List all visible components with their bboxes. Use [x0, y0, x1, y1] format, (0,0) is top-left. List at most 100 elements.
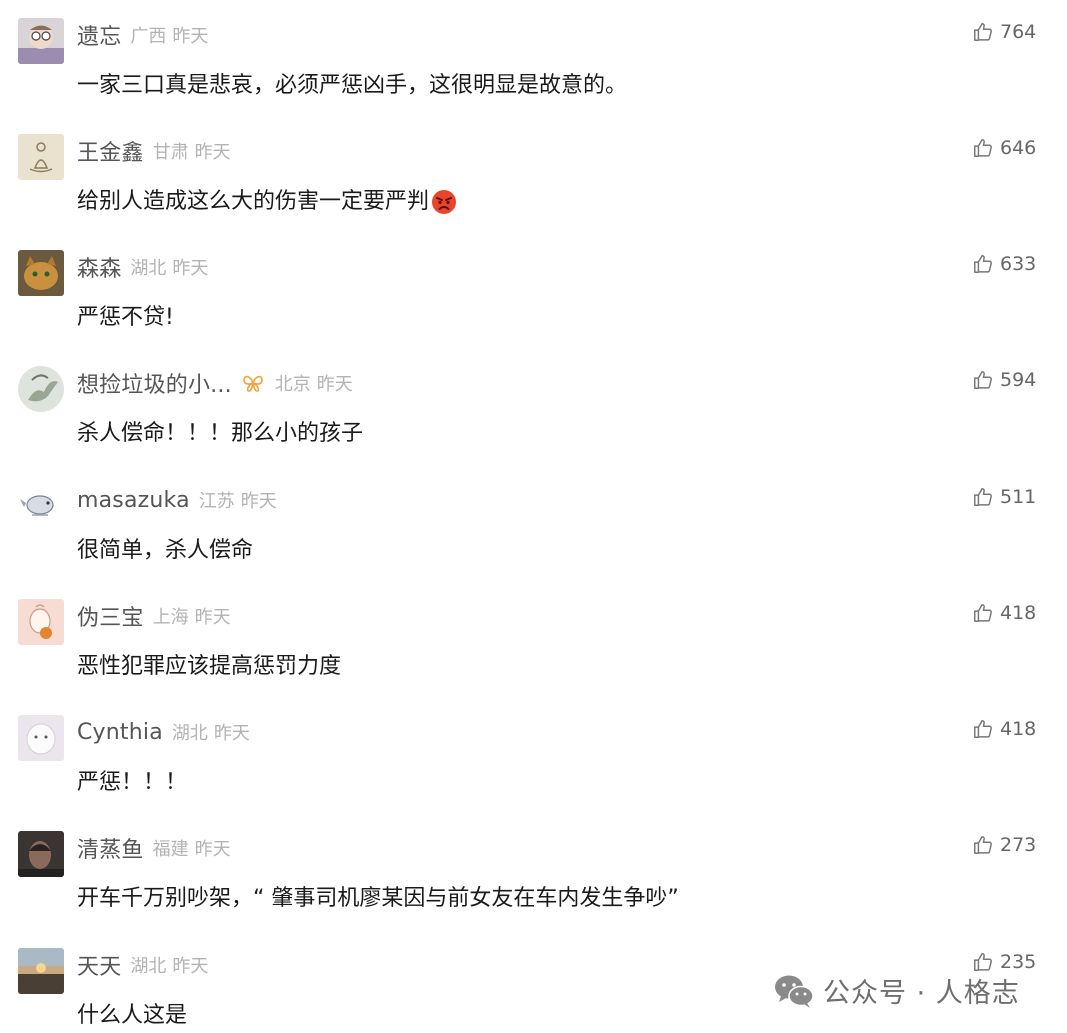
like-button[interactable]: 418	[972, 718, 1036, 740]
comment-text: 给别人造成这么大的伤害一定要严判	[77, 187, 457, 217]
comment-meta: 遗忘 广西 昨天	[77, 17, 208, 53]
avatar[interactable]	[18, 366, 64, 412]
timestamp: 昨天	[213, 723, 250, 744]
comment-text: 杀人偿命！！！那么小的孩子	[77, 419, 363, 449]
username[interactable]: 伪三宝	[77, 600, 144, 632]
thumbs-up-icon	[974, 604, 992, 622]
comment-text-body: 开车千万别吵架，“ 肇事司机廖某因与前女友在车内发生争吵”	[77, 886, 679, 911]
timestamp: 昨天	[316, 374, 353, 395]
location: 湖北	[171, 723, 208, 744]
thumbs-up-icon	[974, 371, 992, 389]
watermark: 公众号 · 人格志	[773, 971, 1020, 1010]
like-count: 418	[1000, 718, 1037, 740]
like-button[interactable]: 633	[972, 253, 1036, 275]
comment-text: 严惩！！！	[77, 768, 187, 798]
timestamp: 昨天	[194, 839, 231, 860]
like-count: 511	[1000, 486, 1037, 508]
comment-item: masazuka 江苏 昨天 很简单，杀人偿命 511	[0, 482, 1067, 598]
avatar[interactable]	[18, 831, 64, 877]
butterfly-badge-icon	[242, 375, 263, 392]
comment-item: 王金鑫 甘肃 昨天 给别人造成这么大的伤害一定要严判 646	[0, 133, 1067, 249]
like-count: 273	[1000, 834, 1037, 856]
comment-text: 恶性犯罪应该提高惩罚力度	[77, 652, 341, 682]
timestamp: 昨天	[194, 142, 231, 163]
comment-meta: 天天 湖北 昨天	[77, 947, 208, 983]
comment-meta: 王金鑫 甘肃 昨天	[77, 133, 231, 169]
avatar[interactable]	[18, 715, 64, 761]
comment-text-body: 恶性犯罪应该提高惩罚力度	[77, 654, 342, 679]
thumbs-up-icon	[974, 836, 992, 854]
username[interactable]: Cynthia	[77, 720, 163, 745]
comment-text-body: 严惩！！！	[77, 770, 188, 795]
comment-meta: 森森 湖北 昨天	[77, 249, 208, 285]
thumbs-up-icon	[974, 23, 992, 41]
comment-meta: 清蒸鱼 福建 昨天	[77, 830, 231, 866]
location: 甘肃	[152, 142, 189, 163]
location: 北京	[274, 374, 311, 395]
comment-text-body: 什么人这是	[77, 1003, 188, 1028]
comment-text: 很简单，杀人偿命	[77, 536, 253, 566]
comment-text: 一家三口真是悲哀，必须严惩凶手，这很明显是故意的。	[77, 71, 627, 101]
angry-face-emoji-icon	[432, 190, 457, 214]
location: 福建	[152, 839, 189, 860]
thumbs-up-icon	[974, 720, 992, 738]
location: 广西	[130, 26, 167, 47]
username[interactable]: 想捡垃圾的小...	[77, 367, 232, 399]
comment-text: 严惩不贷!	[77, 303, 174, 333]
comment-text-body: 给别人造成这么大的伤害一定要严判	[77, 189, 430, 214]
comment-item: 清蒸鱼 福建 昨天 开车千万别吵架，“ 肇事司机廖某因与前女友在车内发生争吵” …	[0, 830, 1067, 946]
comment-meta: 想捡垃圾的小... 北京 昨天	[77, 365, 353, 401]
comment-item: Cynthia 湖北 昨天 严惩！！！ 418	[0, 714, 1067, 830]
comment-meta: Cynthia 湖北 昨天	[77, 714, 250, 750]
comment-meta: 伪三宝 上海 昨天	[77, 598, 231, 634]
avatar[interactable]	[18, 483, 64, 529]
avatar[interactable]	[18, 948, 64, 994]
comment-text-body: 严惩不贷!	[77, 305, 174, 330]
comment-text: 开车千万别吵架，“ 肇事司机廖某因与前女友在车内发生争吵”	[77, 884, 679, 914]
avatar[interactable]	[18, 18, 64, 64]
comment-item: 想捡垃圾的小... 北京 昨天 杀人偿命！！！那么小的孩子 594	[0, 365, 1067, 481]
thumbs-up-icon	[974, 953, 992, 971]
username[interactable]: 王金鑫	[77, 135, 144, 167]
timestamp: 昨天	[172, 26, 209, 47]
comment-text-body: 杀人偿命！！！那么小的孩子	[77, 421, 364, 446]
avatar[interactable]	[18, 599, 64, 645]
username[interactable]: masazuka	[77, 488, 190, 513]
comment-text-body: 一家三口真是悲哀，必须严惩凶手，这很明显是故意的。	[77, 73, 628, 98]
comment-item: 遗忘 广西 昨天 一家三口真是悲哀，必须严惩凶手，这很明显是故意的。 764	[0, 17, 1067, 133]
location: 上海	[152, 607, 189, 628]
like-count: 633	[1000, 253, 1037, 275]
username[interactable]: 清蒸鱼	[77, 832, 144, 864]
comment-item: 伪三宝 上海 昨天 恶性犯罪应该提高惩罚力度 418	[0, 598, 1067, 714]
username[interactable]: 遗忘	[77, 19, 121, 51]
comment-text-body: 很简单，杀人偿命	[77, 538, 254, 563]
location: 湖北	[130, 956, 167, 977]
thumbs-up-icon	[974, 139, 992, 157]
timestamp: 昨天	[172, 258, 209, 279]
comment-meta: masazuka 江苏 昨天	[77, 482, 277, 518]
thumbs-up-icon	[974, 255, 992, 273]
timestamp: 昨天	[172, 956, 209, 977]
like-count: 235	[1000, 951, 1037, 973]
like-button[interactable]: 594	[972, 369, 1036, 391]
like-button[interactable]: 764	[972, 21, 1036, 43]
like-button[interactable]: 418	[972, 602, 1036, 624]
like-button[interactable]: 235	[972, 951, 1036, 973]
watermark-text: 公众号 · 人格志	[823, 978, 1020, 1009]
comment-item: 森森 湖北 昨天 严惩不贷! 633	[0, 249, 1067, 365]
username[interactable]: 天天	[77, 949, 121, 981]
timestamp: 昨天	[194, 607, 231, 628]
location: 湖北	[130, 258, 167, 279]
wechat-icon	[775, 975, 814, 1008]
thumbs-up-icon	[974, 488, 992, 506]
comment-text: 什么人这是	[77, 1001, 187, 1031]
location: 江苏	[198, 491, 235, 512]
like-count: 418	[1000, 602, 1037, 624]
like-button[interactable]: 273	[972, 834, 1036, 856]
avatar[interactable]	[18, 134, 64, 180]
username[interactable]: 森森	[77, 251, 121, 283]
avatar[interactable]	[18, 250, 64, 296]
like-button[interactable]: 646	[972, 137, 1036, 159]
like-button[interactable]: 511	[972, 486, 1036, 508]
timestamp: 昨天	[240, 491, 277, 512]
